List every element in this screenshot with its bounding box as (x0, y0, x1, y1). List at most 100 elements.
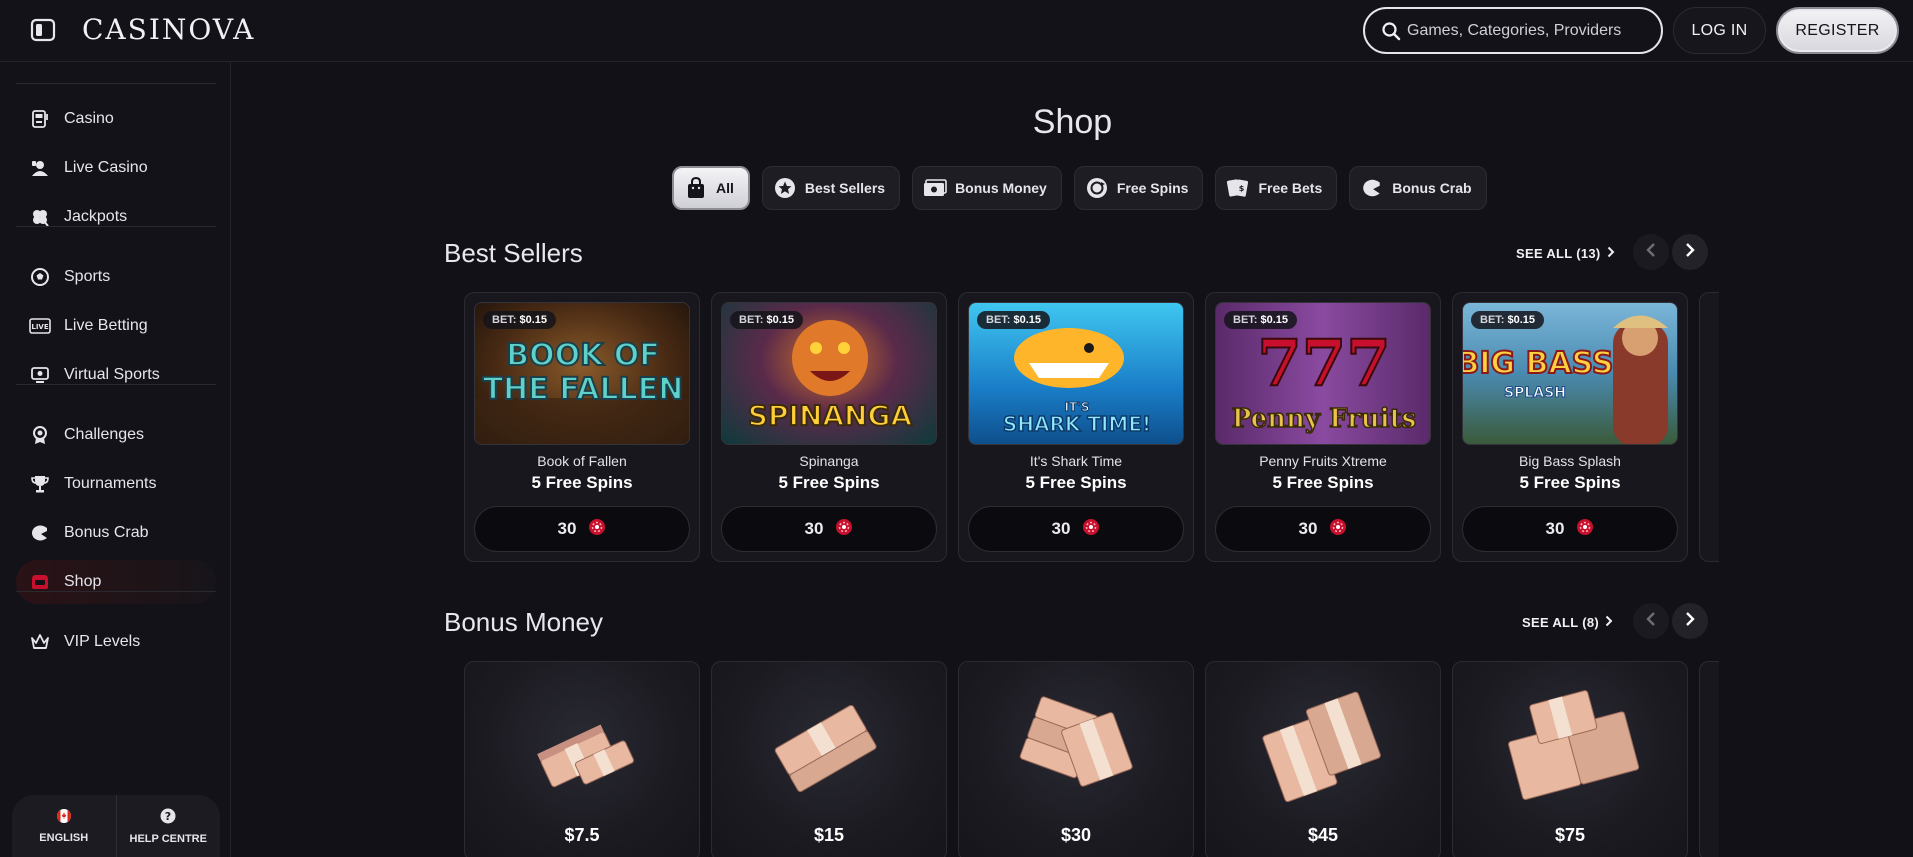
crab-claw-icon (29, 522, 51, 544)
sidebar-item-label: Sports (64, 268, 111, 285)
shop-offer-card[interactable]: BIG BASS SPLASH BET: $0.15 Big Bass Spla… (1452, 292, 1688, 562)
best-sellers-see-all-link[interactable]: SEE ALL (13) (1516, 246, 1615, 261)
thumb-title-line1: BIG BASS (1463, 346, 1614, 381)
thumb-title-line2: SHARK TIME! (1003, 412, 1151, 436)
game-name: It's Shark Time (1029, 453, 1123, 469)
login-button[interactable]: LOG IN (1673, 7, 1766, 54)
game-thumbnail[interactable]: BIG BASS SPLASH BET: $0.15 (1462, 302, 1678, 445)
sidebar-divider (16, 591, 216, 592)
bonus-money-card[interactable]: $75 (1452, 661, 1688, 857)
sidebar-item-live-betting[interactable]: LIVE Live Betting (16, 304, 216, 348)
thumb-title-line1: 777 (1257, 326, 1391, 401)
spin-icon (1085, 176, 1109, 200)
sidebar-item-casino[interactable]: Casino (16, 97, 216, 141)
casino-chip-icon (1576, 518, 1594, 541)
buy-button[interactable]: 30 (1462, 506, 1678, 552)
chevron-right-icon (1605, 615, 1613, 630)
game-name: Spinanga (799, 453, 859, 469)
bet-badge: BET: $0.15 (730, 311, 804, 329)
filter-free-bets[interactable]: $ Free Bets (1215, 166, 1338, 210)
sidebar-item-vip-levels[interactable]: VIP Levels (16, 620, 216, 664)
bonus-money-card[interactable]: $30 (958, 661, 1194, 857)
game-thumbnail[interactable]: IT'S SHARK TIME! BET: $0.15 (968, 302, 1184, 445)
best-sellers-heading: Best Sellers (444, 238, 583, 268)
shop-offer-card[interactable]: BOOK OF THE FALLEN BET: $0.15 Book of Fa… (464, 292, 700, 562)
cash-stack-icon (1019, 696, 1133, 787)
star-badge-icon (773, 176, 797, 200)
buy-button[interactable]: 30 (1215, 506, 1431, 552)
filter-free-spins[interactable]: Free Spins (1073, 166, 1204, 210)
game-thumbnail[interactable]: 777 Penny Fruits BET: $0.15 (1215, 302, 1431, 445)
cash-stack-icon (774, 704, 877, 793)
filter-label: Bonus Crab (1392, 180, 1472, 196)
chevron-left-icon (1646, 611, 1656, 632)
chevron-right-icon (1685, 611, 1695, 632)
cash-icon (923, 176, 947, 200)
cash-stack-icon (1262, 691, 1381, 803)
filter-all[interactable]: All (672, 166, 750, 210)
search-input[interactable]: Games, Categories, Providers (1363, 7, 1663, 54)
svg-text:LIVE: LIVE (31, 323, 48, 331)
thumb-title-line1: BOOK OF (506, 338, 660, 373)
filter-label: Best Sellers (804, 180, 886, 196)
help-centre-link[interactable]: ? HELP CENTRE (117, 795, 221, 857)
filter-bonus-crab[interactable]: Bonus Crab (1349, 166, 1487, 210)
buy-button[interactable]: 30 (968, 506, 1184, 552)
bonus-money-card[interactable]: $45 (1205, 661, 1441, 857)
live-icon: LIVE (29, 315, 51, 337)
sidebar-divider (16, 384, 216, 385)
see-all-label: SEE ALL (13) (1516, 246, 1601, 261)
shopping-bag-icon (684, 176, 708, 200)
main-content: Shop All Best Sellers Bonus Money Free S… (232, 62, 1913, 857)
sidebar-item-shop[interactable]: Shop (16, 560, 216, 604)
filter-best-sellers[interactable]: Best Sellers (761, 166, 901, 210)
next-card-peek (1699, 292, 1719, 562)
buy-button[interactable]: 30 (474, 506, 690, 552)
game-thumbnail[interactable]: SPINANGA BET: $0.15 (721, 302, 937, 445)
sidebar-item-sports[interactable]: Sports (16, 255, 216, 299)
top-bar: CASINOVA Games, Categories, Providers LO… (0, 0, 1913, 62)
sidebar-item-label: Tournaments (64, 475, 157, 492)
filter-bonus-money[interactable]: Bonus Money (912, 166, 1062, 210)
offer-prize: 5 Free Spins (778, 473, 880, 492)
sidebar-item-live-casino[interactable]: Live Casino (16, 146, 216, 190)
sidebar-footer: ENGLISH ? HELP CENTRE (12, 795, 220, 857)
clover-icon (29, 206, 51, 228)
shop-offer-card[interactable]: 777 Penny Fruits BET: $0.15 Penny Fruits… (1205, 292, 1441, 562)
sidebar-item-challenges[interactable]: Challenges (16, 413, 216, 457)
medal-icon (29, 424, 51, 446)
help-label: HELP CENTRE (129, 832, 207, 845)
bonus-money-card[interactable]: $7.5 (464, 661, 700, 857)
best-sellers-prev-button[interactable] (1633, 234, 1669, 270)
bonus-money-see-all-link[interactable]: SEE ALL (8) (1522, 615, 1613, 630)
sidebar-divider (16, 226, 216, 227)
sidebar-item-jackpots[interactable]: Jackpots (16, 195, 216, 239)
sidebar-item-tournaments[interactable]: Tournaments (16, 462, 216, 506)
crab-claw-icon (1360, 176, 1384, 200)
filter-label: Bonus Money (955, 180, 1047, 196)
slot-machine-icon (29, 108, 51, 130)
game-thumbnail[interactable]: BOOK OF THE FALLEN BET: $0.15 (474, 302, 690, 445)
bonus-amount: $30 (1060, 825, 1092, 845)
filter-label: All (716, 180, 734, 196)
casinova-logo[interactable]: CASINOVA (82, 13, 255, 46)
sidebar-item-bonus-crab[interactable]: Bonus Crab (16, 511, 216, 555)
bonus-money-next-button[interactable] (1672, 603, 1708, 639)
chevron-left-icon (1646, 242, 1656, 263)
buy-button[interactable]: 30 (721, 506, 937, 552)
shop-offer-card[interactable]: IT'S SHARK TIME! BET: $0.15 It's Shark T… (958, 292, 1194, 562)
shop-offer-card[interactable]: SPINANGA BET: $0.15 Spinanga 5 Free Spin… (711, 292, 947, 562)
register-button[interactable]: REGISTER (1776, 7, 1899, 54)
cash-stack-icon (537, 724, 634, 788)
sidebar-item-virtual-sports[interactable]: Virtual Sports (16, 353, 216, 397)
sidebar-item-label: Live Betting (64, 317, 148, 334)
sidebar-toggle-icon[interactable] (30, 17, 56, 43)
bonus-money-card[interactable]: $15 (711, 661, 947, 857)
page-title: Shop (1032, 103, 1113, 141)
price-value: 30 (557, 519, 577, 538)
language-selector[interactable]: ENGLISH (12, 795, 116, 857)
price-value: 30 (1298, 519, 1318, 538)
bonus-money-prev-button[interactable] (1633, 603, 1669, 639)
sidebar-item-label: Challenges (64, 426, 145, 443)
best-sellers-next-button[interactable] (1672, 234, 1708, 270)
